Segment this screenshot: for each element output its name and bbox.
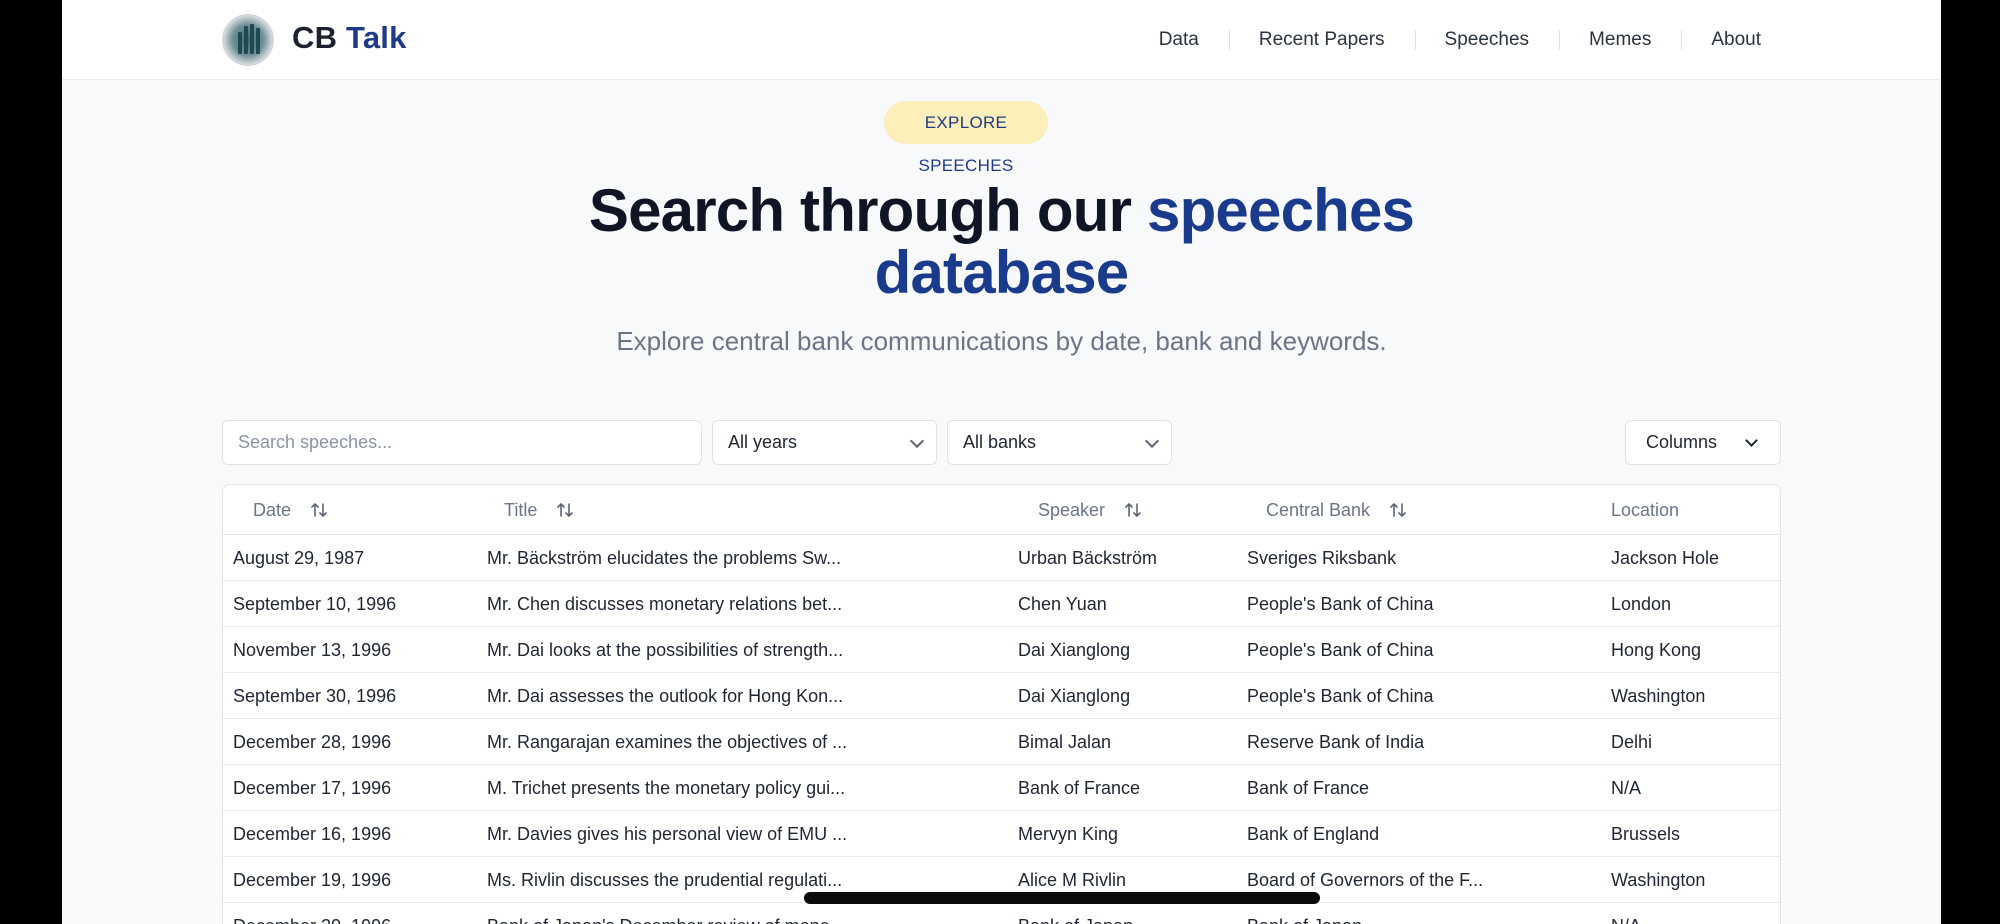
title-highlight-speeches: speeches xyxy=(1147,177,1415,244)
logo-icon[interactable] xyxy=(222,14,274,66)
cell-date: September 30, 1996 xyxy=(233,686,397,706)
cell-location: Washington xyxy=(1611,870,1706,890)
title-text: Search through our xyxy=(588,177,1148,244)
nav-item-about[interactable]: About xyxy=(1681,29,1791,51)
cell-location: Brussels xyxy=(1611,824,1681,844)
sort-icon[interactable] xyxy=(556,501,574,519)
cell-location: Hong Kong xyxy=(1611,640,1702,660)
cell-central-bank: Bank of France xyxy=(1247,778,1370,798)
column-header-date[interactable]: Date xyxy=(253,485,328,535)
year-filter-value: All years xyxy=(728,432,798,452)
cell-location: Delhi xyxy=(1611,732,1653,752)
column-header-label: Speaker xyxy=(1038,500,1106,520)
cell-date: December 16, 1996 xyxy=(233,824,392,844)
cell-speaker: Urban Bäckström xyxy=(1018,548,1158,568)
cell-location: N/A xyxy=(1611,903,1771,924)
cell-central-bank: People's Bank of China xyxy=(1247,594,1434,614)
cell-location: London xyxy=(1611,594,1672,614)
title-highlight-database: database xyxy=(874,239,1130,306)
sort-icon[interactable] xyxy=(1124,501,1142,519)
cell-date: December 17, 1996 xyxy=(233,778,392,798)
table-row[interactable]: September 10, 1996 Mr. Chen discusses mo… xyxy=(223,581,1780,627)
brand-prefix: CB xyxy=(292,20,338,55)
search-input[interactable] xyxy=(222,420,702,465)
column-header-label: Location xyxy=(1611,500,1680,520)
table-row[interactable]: December 16, 1996 Mr. Davies gives his p… xyxy=(223,811,1780,857)
cell-central-bank: Reserve Bank of India xyxy=(1247,732,1425,752)
cell-title[interactable]: Mr. Bäckström elucidates the problems Sw… xyxy=(487,535,1007,581)
cell-central-bank: People's Bank of China xyxy=(1247,686,1434,706)
table-row[interactable]: December 28, 1996 Mr. Rangarajan examine… xyxy=(223,719,1780,765)
sort-icon[interactable] xyxy=(310,501,328,519)
chevron-down-icon xyxy=(909,433,925,448)
cell-central-bank: Bank of England xyxy=(1247,824,1380,844)
brand-suffix: Talk xyxy=(346,20,407,55)
brand-name[interactable]: CB Talk xyxy=(292,20,407,56)
column-header-title[interactable]: Title xyxy=(504,485,574,535)
cell-title[interactable]: Mr. Dai looks at the possibilities of st… xyxy=(487,627,1007,673)
cell-location: Washington xyxy=(1611,686,1706,706)
nav-item-speeches[interactable]: Speeches xyxy=(1414,29,1560,51)
nav-item-data[interactable]: Data xyxy=(1129,29,1229,51)
browser-viewport: CB Talk Data Recent Papers Speeches Meme… xyxy=(62,0,1941,924)
cell-title[interactable]: M. Trichet presents the monetary policy … xyxy=(487,765,1007,811)
cell-speaker: Chen Yuan xyxy=(1018,594,1107,614)
columns-button[interactable]: Columns xyxy=(1625,420,1781,465)
column-header-speaker[interactable]: Speaker xyxy=(1038,485,1142,535)
cell-central-bank: People's Bank of China xyxy=(1247,640,1434,660)
nav-item-memes[interactable]: Memes xyxy=(1559,29,1681,51)
speeches-table: Date Title Speaker Central Bank Location… xyxy=(222,484,1781,924)
page-subtitle: Explore central bank communications by d… xyxy=(616,326,1387,356)
nav-item-recent-papers[interactable]: Recent Papers xyxy=(1228,29,1415,51)
cell-title[interactable]: Mr. Dai assesses the outlook for Hong Ko… xyxy=(487,673,1007,719)
table-header: Date Title Speaker Central Bank Location xyxy=(223,485,1780,535)
year-filter-select[interactable]: All years xyxy=(712,420,937,465)
table-row[interactable]: September 30, 1996 Mr. Dai assesses the … xyxy=(223,673,1780,719)
cell-speaker: Dai Xianglong xyxy=(1018,640,1131,660)
column-header-label: Central Bank xyxy=(1266,500,1371,520)
table-row[interactable]: December 17, 1996 M. Trichet presents th… xyxy=(223,765,1780,811)
column-header-location[interactable]: Location xyxy=(1611,485,1679,535)
cell-speaker: Bank of Japan xyxy=(1018,903,1238,924)
cell-central-bank: Sveriges Riksbank xyxy=(1247,548,1397,568)
cell-date: August 29, 1987 xyxy=(233,548,365,568)
table-row[interactable]: December 20, 1996 Bank of Japan's Decemb… xyxy=(223,903,1780,924)
cell-date: November 13, 1996 xyxy=(233,640,392,660)
cell-title[interactable]: Mr. Davies gives his personal view of EM… xyxy=(487,811,1007,857)
cell-date: December 19, 1996 xyxy=(233,870,392,890)
columns-label: Columns xyxy=(1646,432,1718,452)
chevron-down-icon xyxy=(1144,433,1160,448)
cell-central-bank: Bank of Japan xyxy=(1247,903,1577,924)
cell-date: September 10, 1996 xyxy=(233,594,397,614)
cell-date: December 20, 1996 xyxy=(233,903,483,924)
cell-title[interactable]: Mr. Chen discusses monetary relations be… xyxy=(487,581,1007,627)
column-header-label: Title xyxy=(504,500,538,520)
cell-title[interactable]: Bank of Japan's December review of mone.… xyxy=(487,903,1007,924)
bank-filter-select[interactable]: All banks xyxy=(947,420,1172,465)
cell-title[interactable]: Mr. Rangarajan examines the objectives o… xyxy=(487,719,1007,765)
cell-location: Jackson Hole xyxy=(1611,548,1720,568)
column-header-label: Date xyxy=(253,500,292,520)
table-row[interactable]: August 29, 1987 Mr. Bäckström elucidates… xyxy=(223,535,1780,581)
bank-filter-value: All banks xyxy=(963,432,1037,452)
sort-icon[interactable] xyxy=(1389,501,1407,519)
cell-speaker: Dai Xianglong xyxy=(1018,686,1131,706)
cell-speaker: Bimal Jalan xyxy=(1018,732,1112,752)
site-header: CB Talk Data Recent Papers Speeches Meme… xyxy=(62,0,1941,80)
page-title: Search through our speeches database xyxy=(62,180,1941,304)
column-header-central-bank[interactable]: Central Bank xyxy=(1266,485,1407,535)
top-nav: Data Recent Papers Speeches Memes About xyxy=(1129,0,1791,80)
cell-location: N/A xyxy=(1611,778,1642,798)
chevron-down-icon xyxy=(1745,433,1758,447)
cell-speaker: Bank of France xyxy=(1018,778,1141,798)
home-indicator[interactable] xyxy=(804,892,1320,904)
section-badge: EXPLORE SPEECHES xyxy=(884,101,1048,175)
cell-speaker: Mervyn King xyxy=(1018,824,1119,844)
cell-date: December 28, 1996 xyxy=(233,732,392,752)
table-row[interactable]: November 13, 1996 Mr. Dai looks at the p… xyxy=(223,627,1780,673)
